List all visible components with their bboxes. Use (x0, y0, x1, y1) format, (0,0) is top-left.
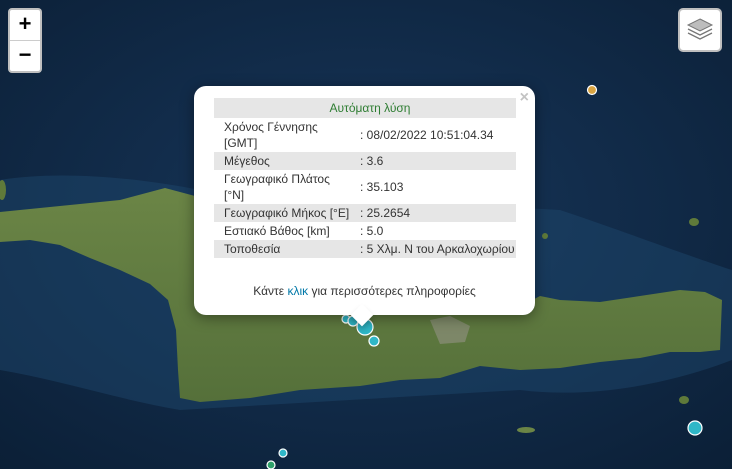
islet (517, 427, 535, 433)
islet (679, 396, 689, 404)
more-info-suffix: για περισσότερες πληροφορίες (311, 284, 476, 298)
origin-time-value: : 08/02/2022 10:51:04.34 (360, 128, 494, 142)
earthquake-details-table: Αυτόματη λύση Χρόνος Γέννησης [GMT] : 08… (214, 98, 516, 258)
layers-icon (686, 18, 714, 40)
latitude-value: : 35.103 (360, 180, 404, 194)
earthquake-marker[interactable] (278, 448, 288, 458)
popup-header: Αυτόματη λύση (214, 98, 516, 118)
islet (689, 218, 699, 226)
earthquake-marker[interactable] (586, 84, 598, 96)
table-row: Εστιακό Βάθος [km] : 5.0 (214, 222, 516, 240)
depth-value: : 5.0 (360, 224, 384, 238)
longitude-label: Γεωγραφικό Μήκος [°E] (214, 204, 352, 222)
earthquake-popup: × Αυτόματη λύση Χρόνος Γέννησης [GMT] : … (194, 86, 535, 327)
zoom-out-button[interactable]: − (10, 40, 40, 71)
location-label: Τοποθεσία (214, 240, 352, 258)
magnitude-value: : 3.6 (352, 152, 516, 170)
more-info-link[interactable]: κλικ (287, 284, 308, 298)
depth-label: Εστιακό Βάθος [km] (224, 224, 330, 238)
table-row: Τοποθεσία : 5 Χλμ. N του Αρκαλοχωρίου (214, 240, 516, 258)
magnitude-label: Μέγεθος (214, 152, 352, 170)
earthquake-marker[interactable] (687, 420, 703, 436)
location-value: : 5 Χλμ. N του Αρκαλοχωρίου (352, 240, 516, 258)
table-row: Μέγεθος : 3.6 (214, 152, 516, 170)
table-row: Χρόνος Γέννησης [GMT] : 08/02/2022 10:51… (214, 118, 516, 152)
earthquake-marker[interactable] (368, 335, 380, 347)
latitude-label: Γεωγραφικό Πλάτος [°N] (224, 172, 330, 202)
islet (542, 233, 548, 239)
popup-close-button[interactable]: × (520, 89, 529, 107)
origin-time-label: Χρόνος Γέννησης [GMT] (224, 120, 318, 150)
table-row: Γεωγραφικό Πλάτος [°N] : 35.103 (214, 170, 516, 204)
longitude-value: : 25.2654 (352, 204, 516, 222)
zoom-control: + − (8, 8, 42, 73)
layers-button[interactable] (678, 8, 722, 52)
table-row: Γεωγραφικό Μήκος [°E] : 25.2654 (214, 204, 516, 222)
more-info-prefix: Κάντε (253, 284, 285, 298)
zoom-in-button[interactable]: + (10, 10, 40, 40)
earthquake-marker[interactable] (266, 460, 276, 469)
more-info-text: Κάντε κλικ για περισσότερες πληροφορίες (194, 284, 535, 298)
